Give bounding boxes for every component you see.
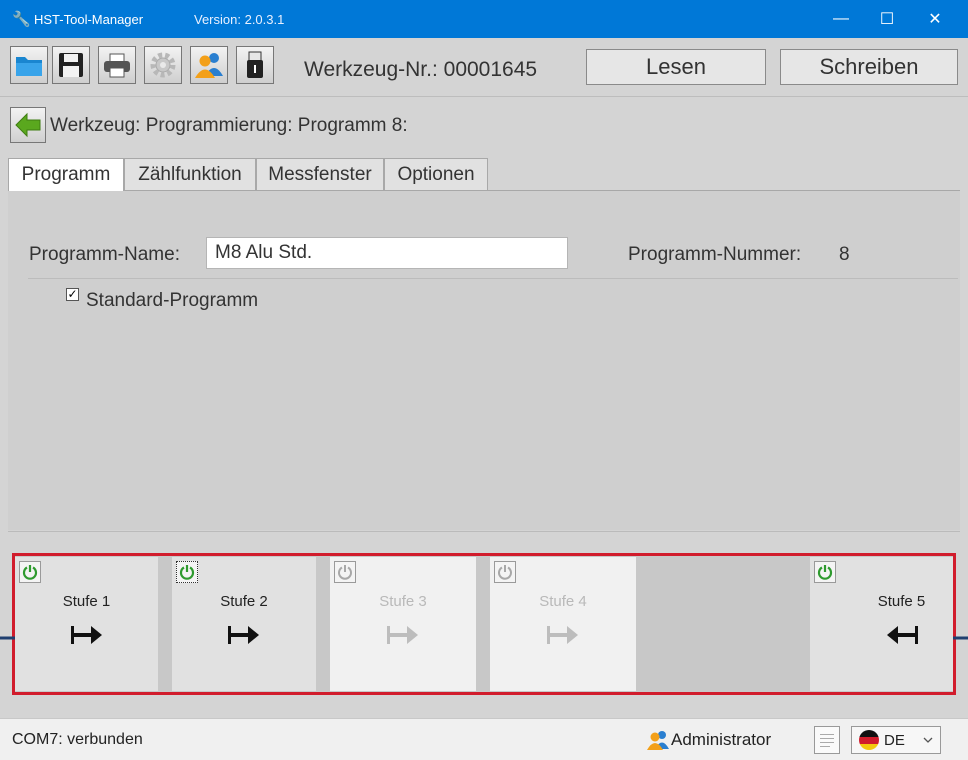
language-select[interactable]: DE [851, 726, 941, 754]
document-icon [820, 734, 834, 747]
user-name: Administrator [671, 730, 772, 749]
write-button[interactable]: Schreiben [780, 49, 958, 85]
checkmark-icon: ✓ [67, 287, 78, 301]
open-folder-button[interactable] [10, 46, 48, 84]
de-flag-icon [859, 730, 879, 750]
power-icon [817, 565, 833, 580]
stage-2-label: Stufe 2 [220, 593, 268, 610]
close-button[interactable]: ✕ [912, 0, 958, 38]
usb-button[interactable] [236, 46, 274, 84]
program-number-value: 8 [839, 244, 850, 265]
bar-arrow-left-icon [886, 626, 918, 644]
program-name-input[interactable]: M8 Alu Std. [206, 237, 568, 269]
stage-1-label: Stufe 1 [62, 593, 111, 610]
power-icon [498, 565, 512, 580]
tab-zaehlfunktion[interactable]: Zählfunktion [124, 158, 256, 190]
power-icon [22, 565, 38, 580]
close-icon: ✕ [928, 11, 942, 28]
stage-1-power-toggle[interactable] [19, 561, 41, 583]
settings-gear-icon [150, 52, 176, 78]
power-icon [338, 565, 352, 580]
tab-messfenster[interactable]: Messfenster [256, 158, 384, 190]
users-button[interactable] [190, 46, 228, 84]
stage-1[interactable]: Stufe 1 [15, 557, 158, 691]
breadcrumb-text: Werkzeug: Programmierung: Programm 8: [50, 115, 408, 136]
tab-programm[interactable]: Programm [8, 158, 124, 191]
stage-2[interactable]: Stufe 2 [172, 557, 316, 691]
bar-arrow-right-icon [547, 626, 578, 644]
program-number-label: Programm-Nummer: [628, 244, 802, 265]
save-icon [59, 53, 83, 77]
program-name-label: Programm-Name: [29, 244, 180, 265]
stage-5-label: Stufe 5 [877, 593, 926, 610]
app-version: Version: 2.0.3.1 [194, 12, 285, 27]
log-button[interactable] [814, 726, 840, 754]
minimize-icon: — [833, 10, 849, 27]
stage-3[interactable]: Stufe 3 [330, 557, 476, 691]
print-icon [104, 53, 130, 78]
wrench-icon: 🔧 [12, 11, 31, 28]
stage-4-power-toggle[interactable] [494, 561, 516, 583]
stage-3-label: Stufe 3 [379, 593, 427, 610]
language-value: DE [884, 731, 905, 749]
open-folder-icon [16, 57, 42, 76]
usb-drive-icon [247, 51, 263, 78]
print-button[interactable] [98, 46, 136, 84]
title-bar: 🔧 HST-Tool-Manager Version: 2.0.3.1 — ☐ … [0, 0, 968, 38]
read-button[interactable]: Lesen [586, 49, 766, 85]
current-user: Administrator [645, 729, 771, 751]
maximize-icon: ☐ [879, 11, 895, 28]
stage-4[interactable]: Stufe 4 [490, 557, 636, 691]
users-icon [195, 53, 223, 78]
power-icon [179, 565, 195, 580]
toolbar: Werkzeug-Nr.: 00001645 Lesen Schreiben [0, 38, 968, 96]
tool-number-label: Werkzeug-Nr.: 00001645 [304, 58, 538, 81]
divider [28, 278, 958, 279]
bar-arrow-right-icon [70, 626, 102, 644]
minimize-button[interactable]: — [818, 0, 864, 38]
connection-status: COM7: verbunden [12, 731, 143, 748]
app-title: HST-Tool-Manager [34, 12, 144, 27]
chevron-down-icon [923, 737, 933, 743]
bar-arrow-right-icon [387, 626, 418, 644]
back-button[interactable] [10, 107, 46, 143]
stage-4-label: Stufe 4 [539, 593, 587, 610]
save-button[interactable] [52, 46, 90, 84]
stage-2-power-toggle[interactable] [176, 561, 198, 583]
stage-5-power-toggle[interactable] [814, 561, 836, 583]
stage-5[interactable]: Stufe 5 [810, 557, 953, 691]
back-arrow-icon [15, 112, 41, 138]
status-bar: COM7: verbunden Administrator DE [0, 718, 968, 760]
standard-program-label: Standard-Programm [86, 290, 259, 311]
breadcrumb: Werkzeug: Programmierung: Programm 8: [0, 96, 968, 157]
stage-3-power-toggle[interactable] [334, 561, 356, 583]
bar-arrow-right-icon [228, 626, 259, 644]
standard-program-checkbox[interactable]: ✓ [66, 288, 79, 301]
settings-button[interactable] [144, 46, 182, 84]
tab-optionen[interactable]: Optionen [384, 158, 488, 190]
maximize-button[interactable]: ☐ [864, 0, 910, 38]
user-icon [647, 731, 669, 750]
